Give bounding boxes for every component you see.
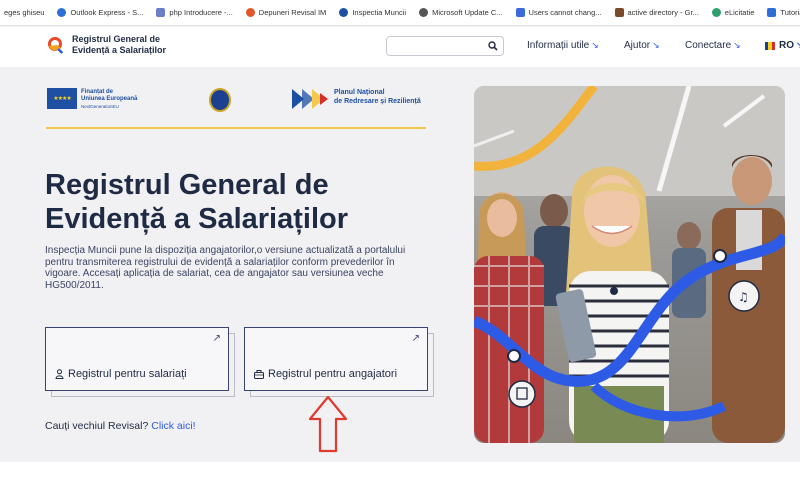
pnrr-text: Planul Național de Redresare și Rezilien… xyxy=(334,89,421,106)
card-label: Registrul pentru angajatori xyxy=(254,368,397,380)
site-logo[interactable]: Registrul General de Evidență a Salariaț… xyxy=(46,34,166,55)
site-header: Registrul General de Evidență a Salariaț… xyxy=(0,27,800,67)
pnrr-line1: Planul Național xyxy=(334,89,385,96)
title-line2: Evidență a Salariaților xyxy=(45,203,349,235)
bookmark-favicon-icon xyxy=(614,8,624,17)
language-label: RO xyxy=(779,40,794,51)
bookmark-favicon-icon xyxy=(245,8,255,17)
bookmark-label: active directory - Gr... xyxy=(627,8,699,17)
svg-text:♫: ♫ xyxy=(738,290,749,304)
revisal-link[interactable]: Click aici! xyxy=(151,420,195,432)
external-link-icon: ↗ xyxy=(411,333,420,344)
logo-text: Registrul General de Evidență a Salariaț… xyxy=(72,34,166,55)
yellow-divider xyxy=(46,127,426,129)
hero-description: Inspecția Muncii pune la dispoziția anga… xyxy=(45,245,406,291)
red-arrow-annotation-icon xyxy=(308,395,348,453)
bookmark-label: eLicitatie xyxy=(724,8,755,17)
nav-label: Conectare xyxy=(685,40,732,51)
photo-illustration: ♫ xyxy=(474,86,785,443)
nav-informatii-utile[interactable]: Informații utile ↘ xyxy=(527,40,599,51)
revisal-question: Cauți vechiul Revisal? xyxy=(45,420,149,432)
bookmark-favicon-icon xyxy=(156,8,166,17)
bookmark-item[interactable]: Depuneri Revisal IM xyxy=(245,8,327,17)
bookmark-item[interactable]: Microsoft Update C... xyxy=(419,8,503,17)
eu-funding-text: Finanțat de Uniunea Europeană NextGenera… xyxy=(81,89,137,110)
bookmark-label: eges ghiseu xyxy=(4,8,45,17)
arrow-icon: ↘ xyxy=(652,40,660,50)
bookmark-item[interactable]: Users cannot chang... xyxy=(515,8,602,17)
eu-flag-icon: ★★★★ xyxy=(47,88,77,109)
logo-line2: Evidență a Salariaților xyxy=(72,44,167,55)
external-link-icon: ↗ xyxy=(212,333,221,344)
eu-line3: NextGenerationEU xyxy=(81,104,119,109)
bookmark-favicon-icon xyxy=(767,8,777,17)
romania-flag-icon xyxy=(765,41,775,50)
title-line1: Registrul General de xyxy=(45,169,329,201)
bookmark-item[interactable]: Outlook Express - S... xyxy=(57,8,143,17)
bookmark-favicon-icon xyxy=(515,8,525,17)
search-icon[interactable] xyxy=(488,41,498,51)
hero-photo: ♫ xyxy=(474,86,785,443)
government-emblem-icon xyxy=(209,88,231,112)
nav-label: Ajutor xyxy=(624,40,651,51)
pnrr-line2: de Redresare și Reziliență xyxy=(334,97,421,105)
bookmark-item[interactable]: Inspectia Muncii xyxy=(339,8,406,17)
language-selector[interactable]: RO ↘ xyxy=(765,40,800,51)
nav-conectare[interactable]: Conectare ↘ xyxy=(685,40,741,51)
bookmark-label: Inspectia Muncii xyxy=(352,8,407,17)
arrow-icon: ↘ xyxy=(796,40,800,50)
bottom-strip xyxy=(0,462,800,480)
bookmark-favicon-icon xyxy=(711,8,721,17)
search-input[interactable] xyxy=(386,36,504,56)
nav-label: Informații utile xyxy=(527,40,590,51)
person-icon xyxy=(55,369,64,379)
revisal-line: Cauți vechiul Revisal? Click aici! xyxy=(45,420,196,432)
bookmark-item[interactable]: Tutorial MySQL Co... xyxy=(767,8,800,17)
eu-line2: Uniunea Europeană xyxy=(81,96,138,102)
briefcase-icon xyxy=(254,369,264,379)
card-label-text: Registrul pentru salariați xyxy=(68,368,187,380)
bookmark-favicon-icon xyxy=(57,8,67,17)
bookmark-label: Depuneri Revisal IM xyxy=(258,8,327,17)
pnrr-logo-icon xyxy=(292,89,328,109)
bookmark-favicon-icon xyxy=(339,8,349,17)
magnifier-logo-icon xyxy=(48,36,63,54)
card-label: Registrul pentru salariați xyxy=(55,368,187,380)
bookmark-label: php Introducere -... xyxy=(169,8,233,17)
eu-line1: Finanțat de xyxy=(81,89,114,95)
bookmarks-bar: eges ghiseu Outlook Express - S... php I… xyxy=(0,0,800,26)
nav-ajutor[interactable]: Ajutor ↘ xyxy=(624,40,660,51)
bookmark-label: Outlook Express - S... xyxy=(70,8,144,17)
bookmark-item[interactable]: active directory - Gr... xyxy=(614,8,699,17)
bookmark-label: Tutorial MySQL Co... xyxy=(780,8,800,17)
bookmark-item[interactable]: eLicitatie xyxy=(711,8,755,17)
arrow-icon: ↘ xyxy=(733,40,741,50)
bookmark-item[interactable]: eges ghiseu xyxy=(4,8,44,17)
card-label-text: Registrul pentru angajatori xyxy=(268,368,398,380)
logo-line1: Registrul General de xyxy=(72,34,161,44)
page-title: Registrul General de Evidență a Salariaț… xyxy=(45,168,445,236)
registru-angajatori-button[interactable]: ↗ Registrul pentru angajatori xyxy=(244,327,428,391)
registru-salariati-button[interactable]: ↗ Registrul pentru salariați xyxy=(45,327,229,391)
bookmark-favicon-icon xyxy=(419,8,429,17)
bookmark-label: Microsoft Update C... xyxy=(432,8,503,17)
bookmark-item[interactable]: php Introducere -... xyxy=(156,8,233,17)
arrow-icon: ↘ xyxy=(591,40,599,50)
bookmark-label: Users cannot chang... xyxy=(528,8,602,17)
